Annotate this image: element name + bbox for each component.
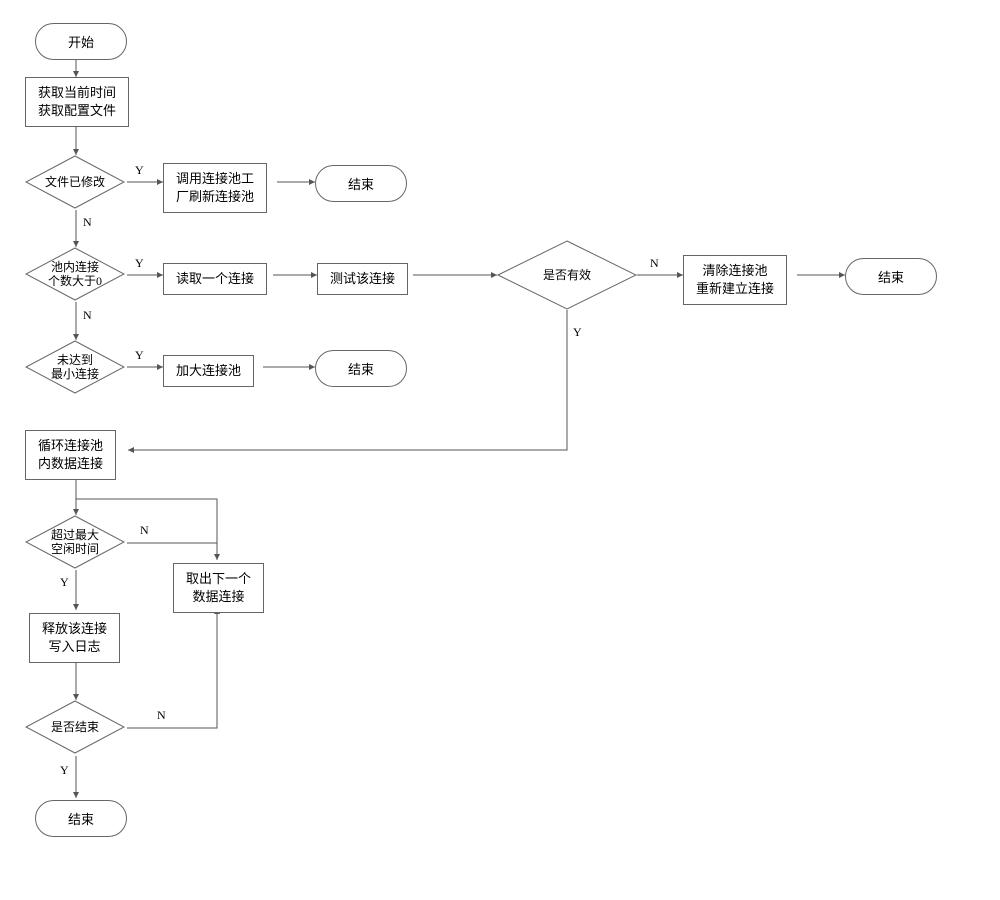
- end4-node: 结束: [35, 800, 127, 837]
- take-next-node: 取出下一个 数据连接: [173, 563, 264, 613]
- y-label-5: Y: [60, 575, 69, 590]
- test-conn-node: 测试该连接: [317, 263, 408, 295]
- enlarge-pool-label: 加大连接池: [176, 362, 241, 380]
- y-label: Y: [135, 163, 144, 178]
- test-conn-label: 测试该连接: [330, 270, 395, 288]
- exceed-idle-decision: 超过最大 空闲时间: [25, 515, 125, 569]
- clear-rebuild-label: 清除连接池 重新建立连接: [696, 262, 774, 298]
- loop-pool-label: 循环连接池 内数据连接: [38, 437, 103, 473]
- is-end-decision: 是否结束: [25, 700, 125, 754]
- n-label-5: N: [140, 523, 149, 538]
- pool-count-label: 池内连接 个数大于0: [48, 260, 102, 289]
- file-modified-label: 文件已修改: [45, 175, 105, 189]
- enlarge-pool-node: 加大连接池: [163, 355, 254, 387]
- end2-node: 结束: [845, 258, 937, 295]
- y-label-3: Y: [573, 325, 582, 340]
- file-modified-decision: 文件已修改: [25, 155, 125, 209]
- end1-node: 结束: [315, 165, 407, 202]
- exceed-idle-label: 超过最大 空闲时间: [51, 528, 99, 557]
- is-valid-decision: 是否有效: [497, 240, 637, 310]
- connectors-svg: [15, 15, 985, 885]
- end3-node: 结束: [315, 350, 407, 387]
- n-label: N: [83, 215, 92, 230]
- n-label-3: N: [650, 256, 659, 271]
- n-label-2: N: [83, 308, 92, 323]
- read-one-label: 读取一个连接: [176, 270, 254, 288]
- end2-label: 结束: [878, 267, 904, 286]
- take-next-label: 取出下一个 数据连接: [186, 570, 251, 606]
- release-log-node: 释放该连接 写入日志: [29, 613, 120, 663]
- loop-pool-node: 循环连接池 内数据连接: [25, 430, 116, 480]
- flowchart-canvas: 开始 获取当前时间 获取配置文件 文件已修改 Y N 调用连接池工 厂刷新连接池…: [15, 15, 985, 885]
- clear-rebuild-node: 清除连接池 重新建立连接: [683, 255, 787, 305]
- is-end-label: 是否结束: [51, 720, 99, 734]
- not-min-label: 未达到 最小连接: [51, 353, 99, 382]
- end1-label: 结束: [348, 174, 374, 193]
- start-label: 开始: [68, 32, 94, 51]
- release-log-label: 释放该连接 写入日志: [42, 620, 107, 656]
- end3-label: 结束: [348, 359, 374, 378]
- pool-count-decision: 池内连接 个数大于0: [25, 247, 125, 301]
- read-one-node: 读取一个连接: [163, 263, 267, 295]
- is-valid-label: 是否有效: [543, 268, 591, 282]
- n-label-6: N: [157, 708, 166, 723]
- call-factory-node: 调用连接池工 厂刷新连接池: [163, 163, 267, 213]
- not-min-decision: 未达到 最小连接: [25, 340, 125, 394]
- start-node: 开始: [35, 23, 127, 60]
- get-time-config-label: 获取当前时间 获取配置文件: [38, 84, 116, 120]
- y-label-4: Y: [135, 348, 144, 363]
- y-label-6: Y: [60, 763, 69, 778]
- end4-label: 结束: [68, 809, 94, 828]
- get-time-config-node: 获取当前时间 获取配置文件: [25, 77, 129, 127]
- y-label-2: Y: [135, 256, 144, 271]
- call-factory-label: 调用连接池工 厂刷新连接池: [176, 170, 254, 206]
